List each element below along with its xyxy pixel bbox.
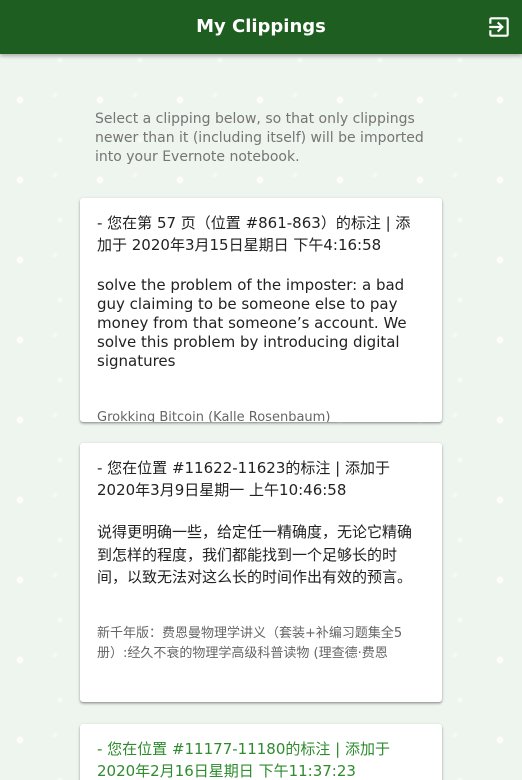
clipping-source: 新千年版：费恩曼物理学讲义（套装+补编习题集全5册）:经久不衰的物理学高级科普读… <box>97 625 403 661</box>
clipping-card[interactable]: - 您在第 57 页（位置 #861-863）的标注 | 添加于 2020年3月… <box>80 198 442 422</box>
clipping-text: solve the problem of the imposter: a bad… <box>97 276 407 370</box>
clipping-text: 说得更明确一些，给定任一精确度，无论它精确到怎样的程度，我们都能找到一个足够长的… <box>97 523 413 586</box>
clipping-header: - 您在位置 #11622-11623的标注 | 添加于 2020年3月9日星期… <box>97 459 390 499</box>
clipping-card[interactable]: - 您在位置 #11177-11180的标注 | 添加于 2020年2月16日星… <box>80 724 442 780</box>
app-bar: My Clippings <box>0 0 522 54</box>
clipping-header: - 您在第 57 页（位置 #861-863）的标注 | 添加于 2020年3月… <box>97 214 411 254</box>
clipping-header: - 您在位置 #11177-11180的标注 | 添加于 2020年2月16日星… <box>97 740 390 780</box>
logout-button[interactable] <box>486 14 512 40</box>
app-title: My Clippings <box>196 16 326 37</box>
intro-text: Select a clipping below, so that only cl… <box>95 111 424 165</box>
clipping-card[interactable]: - 您在位置 #11622-11623的标注 | 添加于 2020年3月9日星期… <box>80 443 442 702</box>
logout-icon <box>489 17 509 37</box>
clipping-source: Grokking Bitcoin (Kalle Rosenbaum) <box>97 410 331 422</box>
